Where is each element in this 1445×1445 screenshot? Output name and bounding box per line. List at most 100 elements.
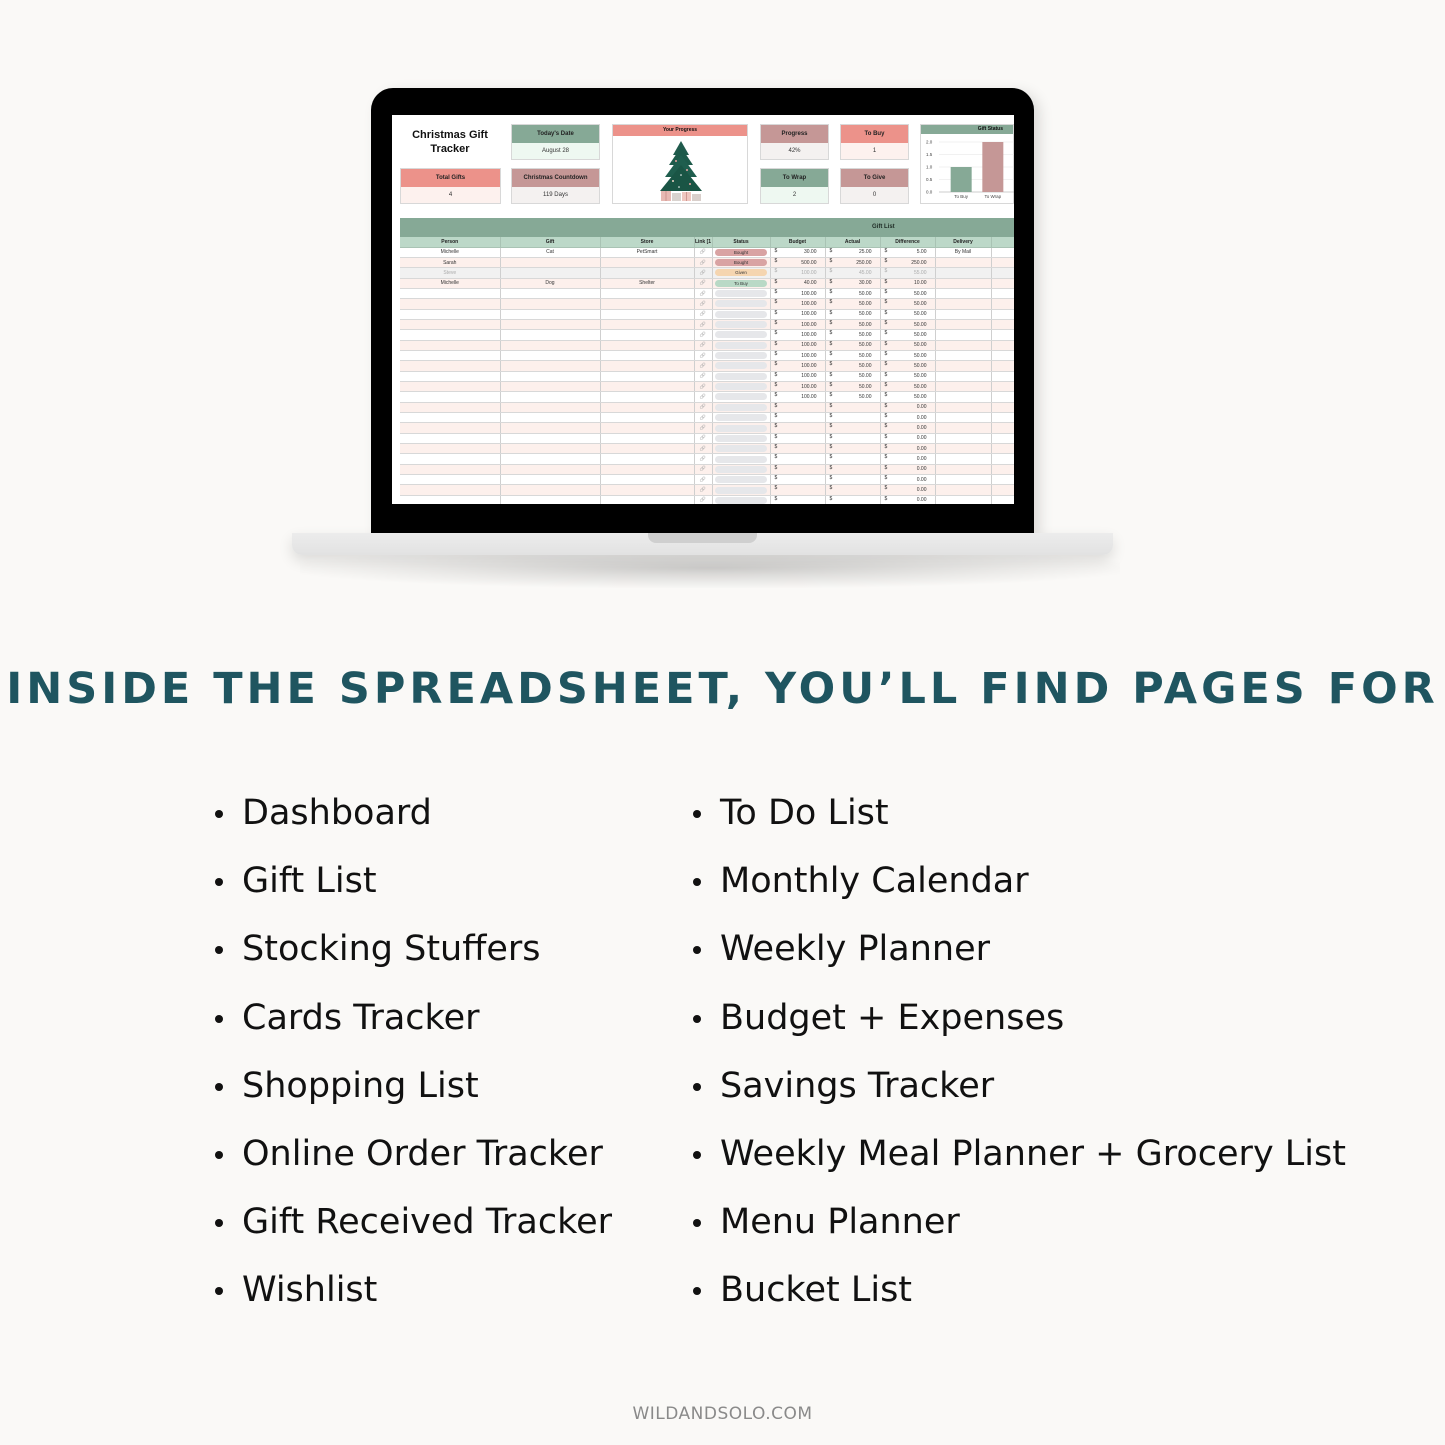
empty-cell[interactable] [991, 474, 1014, 486]
link-cell[interactable]: 🔗 [694, 257, 713, 269]
store-cell[interactable] [600, 267, 695, 279]
status-cell[interactable] [712, 464, 771, 476]
delivery-cell[interactable] [935, 433, 992, 445]
difference-cell[interactable]: $0.00 [880, 402, 936, 414]
gift-cell[interactable]: Dog [500, 278, 601, 289]
status-dropdown[interactable] [715, 476, 767, 484]
budget-cell[interactable]: $100.00 [770, 329, 826, 341]
column-header[interactable]: Gift [500, 237, 601, 248]
link-icon[interactable]: 🔗 [700, 363, 706, 369]
empty-cell[interactable] [991, 267, 1014, 279]
status-cell[interactable] [712, 319, 771, 331]
empty-cell[interactable] [991, 402, 1014, 414]
difference-cell[interactable]: $50.00 [880, 288, 936, 300]
link-cell[interactable]: 🔗 [694, 329, 713, 341]
delivery-cell[interactable] [935, 474, 992, 486]
actual-cell[interactable]: $ [825, 484, 881, 496]
delivery-cell[interactable] [935, 484, 992, 496]
actual-cell[interactable]: $250.00 [825, 257, 881, 269]
status-dropdown[interactable] [715, 290, 767, 298]
link-icon[interactable]: 🔗 [700, 404, 706, 410]
store-cell[interactable] [600, 329, 695, 341]
empty-cell[interactable] [991, 288, 1014, 300]
budget-cell[interactable]: $40.00 [770, 278, 826, 289]
status-cell[interactable] [712, 371, 771, 382]
status-dropdown[interactable] [715, 300, 767, 308]
gift-cell[interactable] [500, 350, 601, 362]
delivery-cell[interactable] [935, 350, 992, 362]
link-icon[interactable]: 🔗 [700, 415, 706, 421]
delivery-cell[interactable]: By Mail [935, 247, 992, 258]
store-cell[interactable]: Shelter [600, 278, 695, 289]
actual-cell[interactable]: $ [825, 474, 881, 486]
status-dropdown[interactable] [715, 372, 767, 380]
store-cell[interactable] [600, 381, 695, 393]
delivery-cell[interactable] [935, 360, 992, 372]
empty-cell[interactable] [991, 464, 1014, 476]
person-cell[interactable] [400, 484, 501, 496]
column-header[interactable]: Store [600, 237, 695, 248]
store-cell[interactable] [600, 412, 695, 424]
budget-cell[interactable]: $100.00 [770, 371, 826, 382]
gift-cell[interactable] [500, 464, 601, 476]
status-cell[interactable] [712, 433, 771, 445]
difference-cell[interactable]: $50.00 [880, 371, 936, 382]
empty-cell[interactable] [991, 484, 1014, 496]
status-cell[interactable]: Given [712, 267, 771, 279]
budget-cell[interactable]: $100.00 [770, 360, 826, 372]
difference-cell[interactable]: $0.00 [880, 433, 936, 445]
budget-cell[interactable]: $ [770, 484, 826, 496]
status-dropdown[interactable] [715, 455, 767, 463]
status-cell[interactable]: Bought [712, 257, 771, 269]
status-cell[interactable] [712, 309, 771, 320]
status-dropdown[interactable] [715, 486, 767, 494]
status-dropdown[interactable] [715, 362, 767, 370]
status-cell[interactable] [712, 360, 771, 372]
link-icon[interactable]: 🔗 [700, 394, 706, 400]
delivery-cell[interactable] [935, 422, 992, 434]
status-dropdown[interactable] [715, 496, 767, 504]
status-dropdown[interactable] [715, 445, 767, 453]
column-header[interactable]: Delivery [935, 237, 992, 248]
actual-cell[interactable]: $50.00 [825, 340, 881, 351]
link-icon[interactable]: 🔗 [700, 291, 706, 297]
actual-cell[interactable]: $50.00 [825, 309, 881, 320]
delivery-cell[interactable] [935, 464, 992, 476]
budget-cell[interactable]: $30.00 [770, 247, 826, 258]
budget-cell[interactable]: $100.00 [770, 309, 826, 320]
store-cell[interactable] [600, 371, 695, 382]
gift-cell[interactable] [500, 371, 601, 382]
store-cell[interactable] [600, 319, 695, 331]
link-icon[interactable]: 🔗 [700, 487, 706, 493]
link-icon[interactable]: 🔗 [700, 301, 706, 307]
gift-cell[interactable] [500, 495, 601, 504]
gift-cell[interactable] [500, 433, 601, 445]
actual-cell[interactable]: $50.00 [825, 319, 881, 331]
person-cell[interactable] [400, 495, 501, 504]
empty-cell[interactable] [991, 495, 1014, 504]
difference-cell[interactable]: $0.00 [880, 453, 936, 465]
person-cell[interactable] [400, 453, 501, 465]
empty-cell[interactable] [991, 329, 1014, 341]
person-cell[interactable] [400, 381, 501, 393]
link-cell[interactable]: 🔗 [694, 319, 713, 331]
person-cell[interactable] [400, 298, 501, 310]
gift-cell[interactable] [500, 484, 601, 496]
gift-cell[interactable] [500, 288, 601, 300]
empty-cell[interactable] [991, 391, 1014, 403]
budget-cell[interactable]: $100.00 [770, 298, 826, 310]
gift-cell[interactable] [500, 298, 601, 310]
person-cell[interactable] [400, 329, 501, 341]
person-cell[interactable] [400, 443, 501, 455]
person-cell[interactable] [400, 391, 501, 403]
column-header[interactable]: Actual [825, 237, 881, 248]
budget-cell[interactable]: $100.00 [770, 319, 826, 331]
status-cell[interactable] [712, 340, 771, 351]
actual-cell[interactable]: $50.00 [825, 329, 881, 341]
status-cell[interactable] [712, 288, 771, 300]
difference-cell[interactable]: $0.00 [880, 412, 936, 424]
gift-cell[interactable] [500, 391, 601, 403]
status-dropdown[interactable] [715, 383, 767, 391]
gift-cell[interactable] [500, 453, 601, 465]
gift-cell[interactable] [500, 267, 601, 279]
